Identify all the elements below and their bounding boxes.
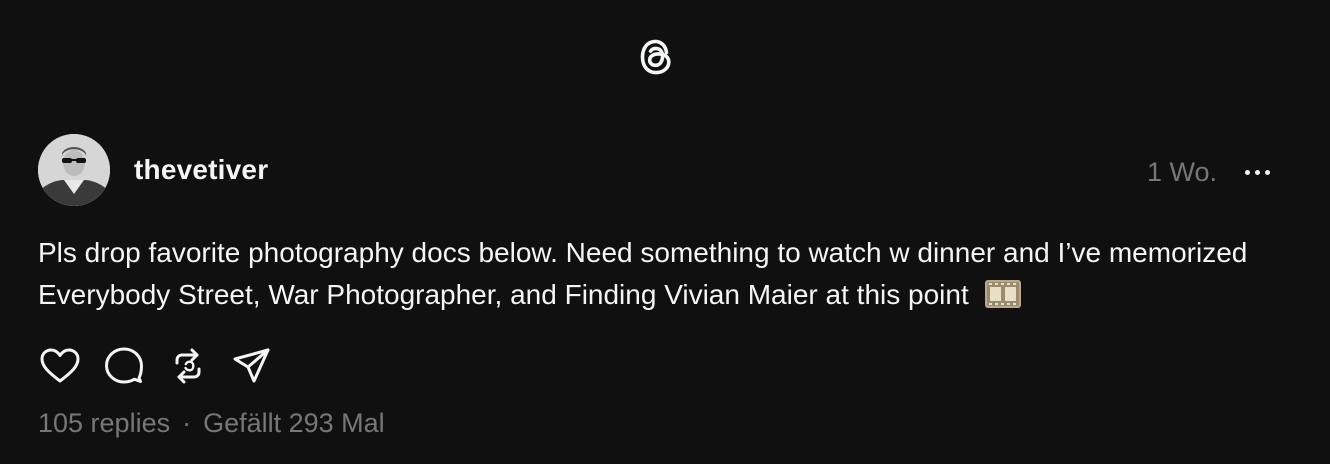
likes-count[interactable]: Gefällt 293 Mal [203, 405, 385, 441]
send-icon [233, 348, 270, 383]
reply-button[interactable] [102, 344, 146, 388]
repost-button[interactable] [166, 344, 210, 388]
more-dot [1264, 169, 1270, 175]
post-body: Pls drop favorite photography docs below… [38, 232, 1298, 316]
threads-logo-icon[interactable] [633, 34, 679, 80]
more-dot [1254, 169, 1260, 175]
post-actions [38, 344, 274, 388]
threads-post-page: thevetiver 1 Wo. Pls drop favorite photo… [0, 0, 1330, 464]
replies-count[interactable]: 105 replies [38, 405, 170, 441]
comment-icon [105, 347, 143, 384]
repost-icon [175, 348, 201, 384]
post-stats: 105 replies · Gefällt 293 Mal [38, 405, 385, 441]
film-frames-icon [983, 277, 1023, 311]
more-dots-icon [1244, 169, 1250, 175]
username[interactable]: thevetiver [134, 153, 268, 187]
share-button[interactable] [230, 344, 274, 388]
heart-icon [40, 348, 80, 383]
post-text: Pls drop favorite photography docs below… [38, 237, 1248, 310]
post-timestamp[interactable]: 1 Wo. [1147, 155, 1217, 189]
like-button[interactable] [38, 344, 82, 388]
more-options-button[interactable] [1240, 158, 1274, 186]
stats-separator: · [182, 408, 192, 438]
avatar[interactable] [38, 134, 110, 206]
